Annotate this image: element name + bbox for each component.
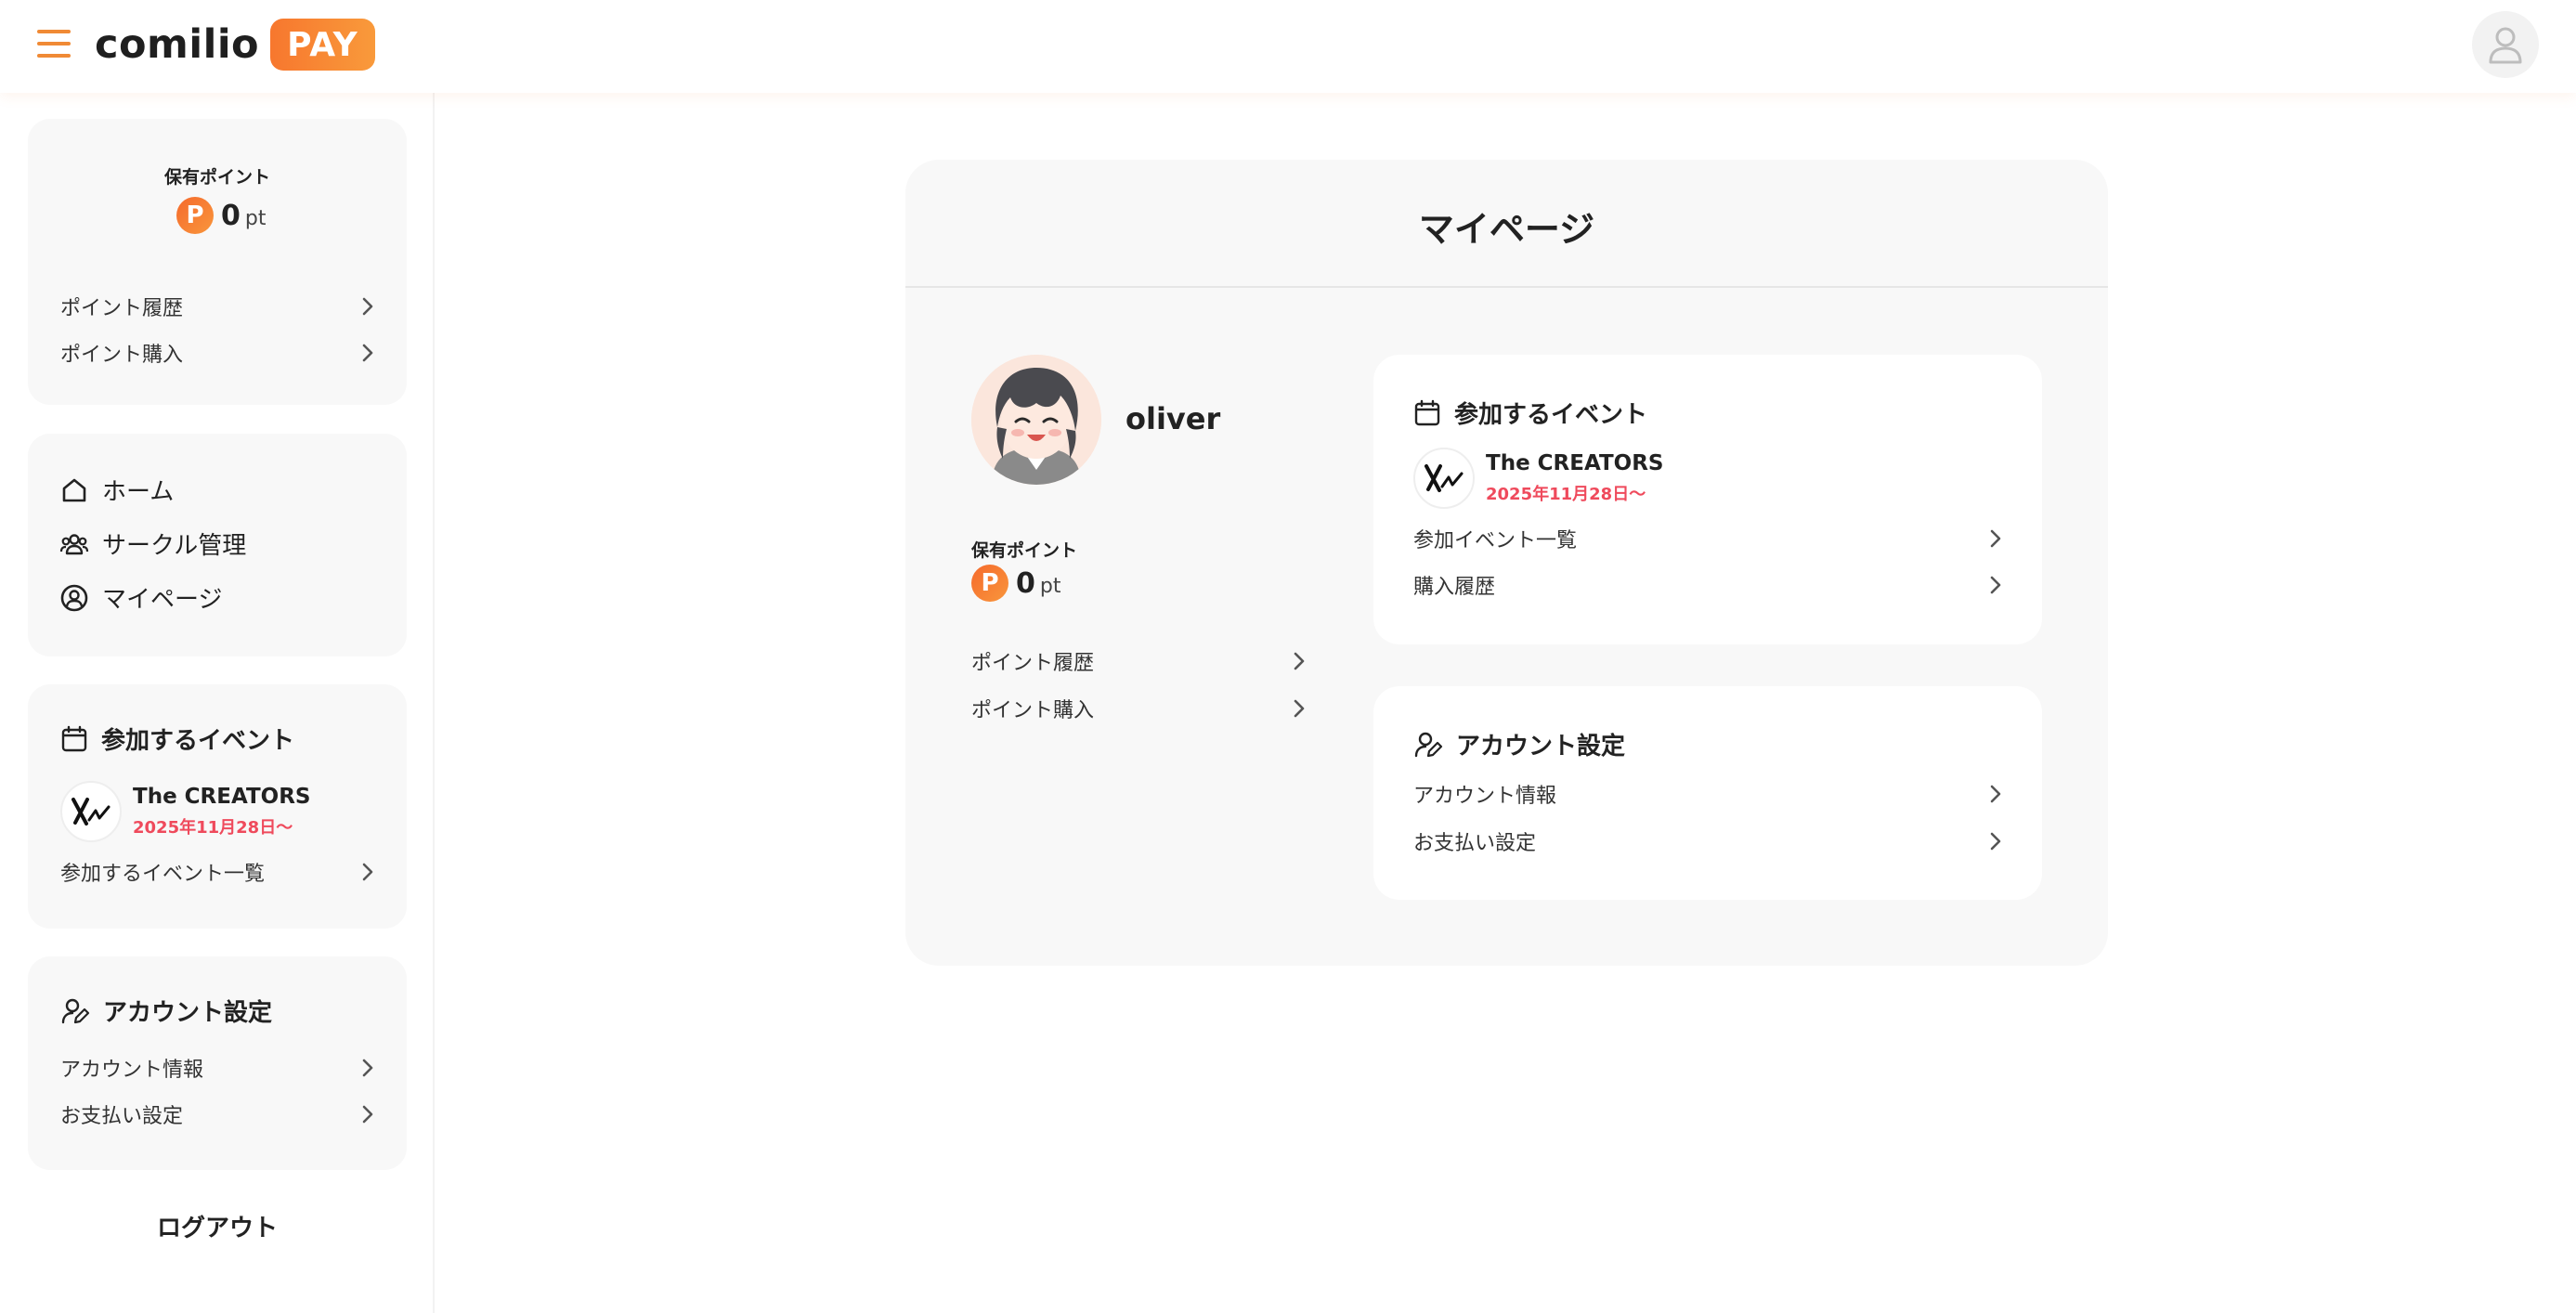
group-icon <box>59 533 89 554</box>
home-icon <box>62 478 86 501</box>
chevron-right-icon <box>1294 652 1305 670</box>
purchase-history-link[interactable]: 購入履歴 <box>1413 570 2002 600</box>
user-circle-icon <box>60 584 88 611</box>
chevron-right-icon <box>362 1105 373 1124</box>
link-label: ポイント履歴 <box>971 652 1095 675</box>
mypage-card: マイページ oliver 保有ポイント P 0 pt ポイント履歴 ポイント購入 <box>905 160 2108 966</box>
chevron-right-icon <box>1294 699 1305 718</box>
user-icon <box>2489 27 2522 64</box>
points-label: 保有ポイント <box>971 540 1078 561</box>
title-divider <box>905 286 2108 288</box>
link-label: ポイント履歴 <box>60 297 184 320</box>
event-item[interactable]: The CREATORS 2025年11月28日〜 <box>1413 448 1664 509</box>
chevron-right-icon <box>1990 529 2001 548</box>
points-value: 0 <box>221 199 241 232</box>
link-label: 参加イベント一覧 <box>1413 529 1578 552</box>
payment-settings-link[interactable]: お支払い設定 <box>1413 826 2002 856</box>
chevron-right-icon <box>362 344 373 362</box>
sidebar-account-title: アカウント設定 <box>60 994 272 1028</box>
profile-username: oliver <box>1125 401 1221 436</box>
sidebar-point-history-link[interactable]: ポイント履歴 <box>60 292 374 321</box>
link-label: ポイント購入 <box>60 344 184 367</box>
link-label: アカウント情報 <box>60 1059 204 1082</box>
point-badge-icon: P <box>176 197 214 234</box>
menu-icon[interactable] <box>37 28 71 59</box>
link-label: お支払い設定 <box>1413 832 1537 855</box>
points-unit: pt <box>244 206 267 230</box>
event-name: The CREATORS <box>1486 451 1664 475</box>
events-title: 参加するイベント <box>1413 396 1647 430</box>
logout-button[interactable]: ログアウト <box>0 1209 435 1243</box>
sidebar-point-purchase-link[interactable]: ポイント購入 <box>60 338 374 368</box>
chevron-right-icon <box>1990 576 2001 594</box>
sidebar-points-card: 保有ポイント P 0 pt ポイント履歴 ポイント購入 <box>28 119 407 405</box>
sidebar-item-label: サークル管理 <box>102 532 247 560</box>
user-avatar-button[interactable] <box>2472 11 2539 78</box>
section-title-label: 参加するイベント <box>101 727 295 755</box>
user-edit-icon <box>1414 732 1443 757</box>
link-label: 購入履歴 <box>1413 576 1496 599</box>
sidebar-events-title: 参加するイベント <box>60 722 294 756</box>
creators-logo-icon <box>1425 464 1464 492</box>
sidebar-item-home[interactable]: ホーム <box>59 473 174 507</box>
chevron-right-icon <box>362 1059 373 1077</box>
event-name: The CREATORS <box>133 785 311 809</box>
section-title-label: アカウント設定 <box>103 999 273 1027</box>
points-unit: pt <box>1039 574 1061 598</box>
account-title: アカウント設定 <box>1413 727 1625 761</box>
sidebar-item-mypage[interactable]: マイページ <box>59 580 222 615</box>
points-value: 0 <box>1016 566 1035 600</box>
profile-avatar <box>971 355 1101 485</box>
sidebar-event-item[interactable]: The CREATORS 2025年11月28日〜 <box>60 781 311 842</box>
point-badge-icon: P <box>971 565 1008 602</box>
sidebar-item-circle-management[interactable]: サークル管理 <box>59 526 246 561</box>
event-logo <box>1413 448 1475 509</box>
sidebar-events-card: 参加するイベント The CREATORS 2025年11月28日〜 参加するイ… <box>28 684 407 929</box>
sidebar: 保有ポイント P 0 pt ポイント履歴 ポイント購入 ホーム サークル管理 マ… <box>0 93 435 1313</box>
link-label: アカウント情報 <box>1413 785 1557 808</box>
sidebar-payment-settings-link[interactable]: お支払い設定 <box>60 1099 374 1129</box>
sidebar-item-label: ホーム <box>102 478 175 506</box>
event-date: 2025年11月28日〜 <box>1486 485 1646 504</box>
chevron-right-icon <box>1990 785 2001 803</box>
events-card: 参加するイベント The CREATORS 2025年11月28日〜 参加イベン… <box>1373 355 2042 644</box>
logo-pay-badge: PAY <box>270 19 375 71</box>
event-list-link[interactable]: 参加イベント一覧 <box>1413 524 2002 553</box>
chevron-right-icon <box>1990 832 2001 851</box>
account-info-link[interactable]: アカウント情報 <box>1413 779 2002 809</box>
link-label: 参加するイベント一覧 <box>60 863 266 886</box>
points-label: 保有ポイント <box>163 167 270 188</box>
calendar-icon <box>1414 399 1440 425</box>
sidebar-account-info-link[interactable]: アカウント情報 <box>60 1053 374 1083</box>
link-label: ポイント購入 <box>971 699 1095 722</box>
sidebar-account-card: アカウント設定 アカウント情報 お支払い設定 <box>28 956 407 1170</box>
anime-avatar-icon <box>971 355 1101 485</box>
point-history-link[interactable]: ポイント履歴 <box>971 646 1306 676</box>
sidebar-nav-card: ホーム サークル管理 マイページ <box>28 434 407 656</box>
sidebar-item-label: マイページ <box>102 586 223 614</box>
user-edit-icon <box>61 998 90 1023</box>
page-title: マイページ <box>1418 209 1595 250</box>
event-logo <box>60 781 122 842</box>
calendar-icon <box>61 725 87 751</box>
chevron-right-icon <box>362 297 373 316</box>
point-purchase-link[interactable]: ポイント購入 <box>971 694 1306 723</box>
sidebar-event-list-link[interactable]: 参加するイベント一覧 <box>60 857 374 887</box>
app-logo[interactable]: comilio PAY <box>95 17 375 72</box>
chevron-right-icon <box>362 863 373 881</box>
section-title-label: 参加するイベント <box>1454 401 1648 429</box>
link-label: お支払い設定 <box>60 1105 184 1128</box>
event-date: 2025年11月28日〜 <box>133 818 293 838</box>
account-card: アカウント設定 アカウント情報 お支払い設定 <box>1373 686 2042 900</box>
points-balance: P 0 pt <box>971 565 1060 602</box>
creators-logo-icon <box>72 798 111 826</box>
section-title-label: アカウント設定 <box>1456 733 1626 760</box>
logo-wordmark: comilio <box>95 21 260 68</box>
top-header: comilio PAY <box>0 0 2576 93</box>
points-balance: P 0 pt <box>176 197 266 234</box>
